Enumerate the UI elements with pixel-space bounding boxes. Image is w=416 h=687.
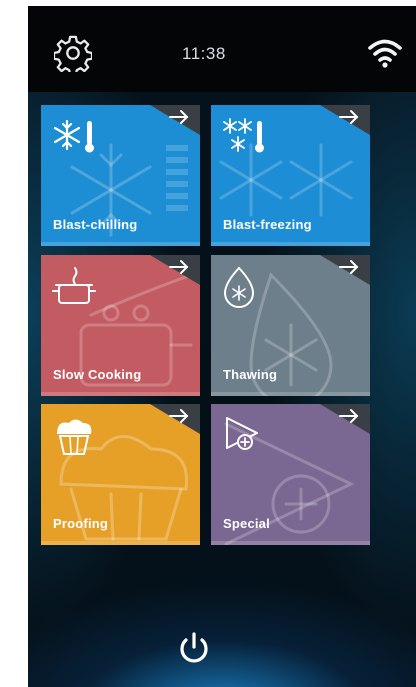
play-plus-icon <box>226 417 258 450</box>
clock-time: 11:38 <box>182 44 226 63</box>
power-icon[interactable] <box>176 630 212 666</box>
arrow-right-icon <box>339 409 359 423</box>
muffin-icon <box>57 419 92 455</box>
tile-label: Thawing <box>223 367 278 382</box>
arrow-right-icon <box>339 110 359 124</box>
snowflake-thermometer-icon <box>53 119 94 153</box>
tile-label: Slow Cooking <box>53 367 142 382</box>
tile-blast-freezing[interactable]: Blast-freezing <box>211 105 370 246</box>
wifi-icon[interactable] <box>366 36 404 68</box>
tile-blast-chilling[interactable]: Blast-chilling <box>41 105 200 246</box>
tile-special[interactable]: Special <box>211 404 370 545</box>
tile-thawing[interactable]: Thawing <box>211 255 370 396</box>
tile-label: Blast-chilling <box>53 217 138 232</box>
status-bar: 11:38 <box>28 6 416 92</box>
gear-icon[interactable] <box>54 34 92 72</box>
arrow-right-icon <box>339 260 359 274</box>
tile-label: Special <box>223 516 270 531</box>
tile-proofing[interactable]: Proofing <box>41 404 200 545</box>
arrow-right-icon <box>169 409 189 423</box>
tile-slow-cooking[interactable]: Slow Cooking <box>41 255 200 396</box>
water-drop-snowflake-icon <box>223 266 255 308</box>
arrow-right-icon <box>169 110 189 124</box>
tile-label: Blast-freezing <box>223 217 312 232</box>
cooking-pot-icon <box>52 267 96 304</box>
arrow-right-icon <box>169 260 189 274</box>
tile-label: Proofing <box>53 516 109 531</box>
snowflakes-thermometer-icon <box>223 118 264 153</box>
